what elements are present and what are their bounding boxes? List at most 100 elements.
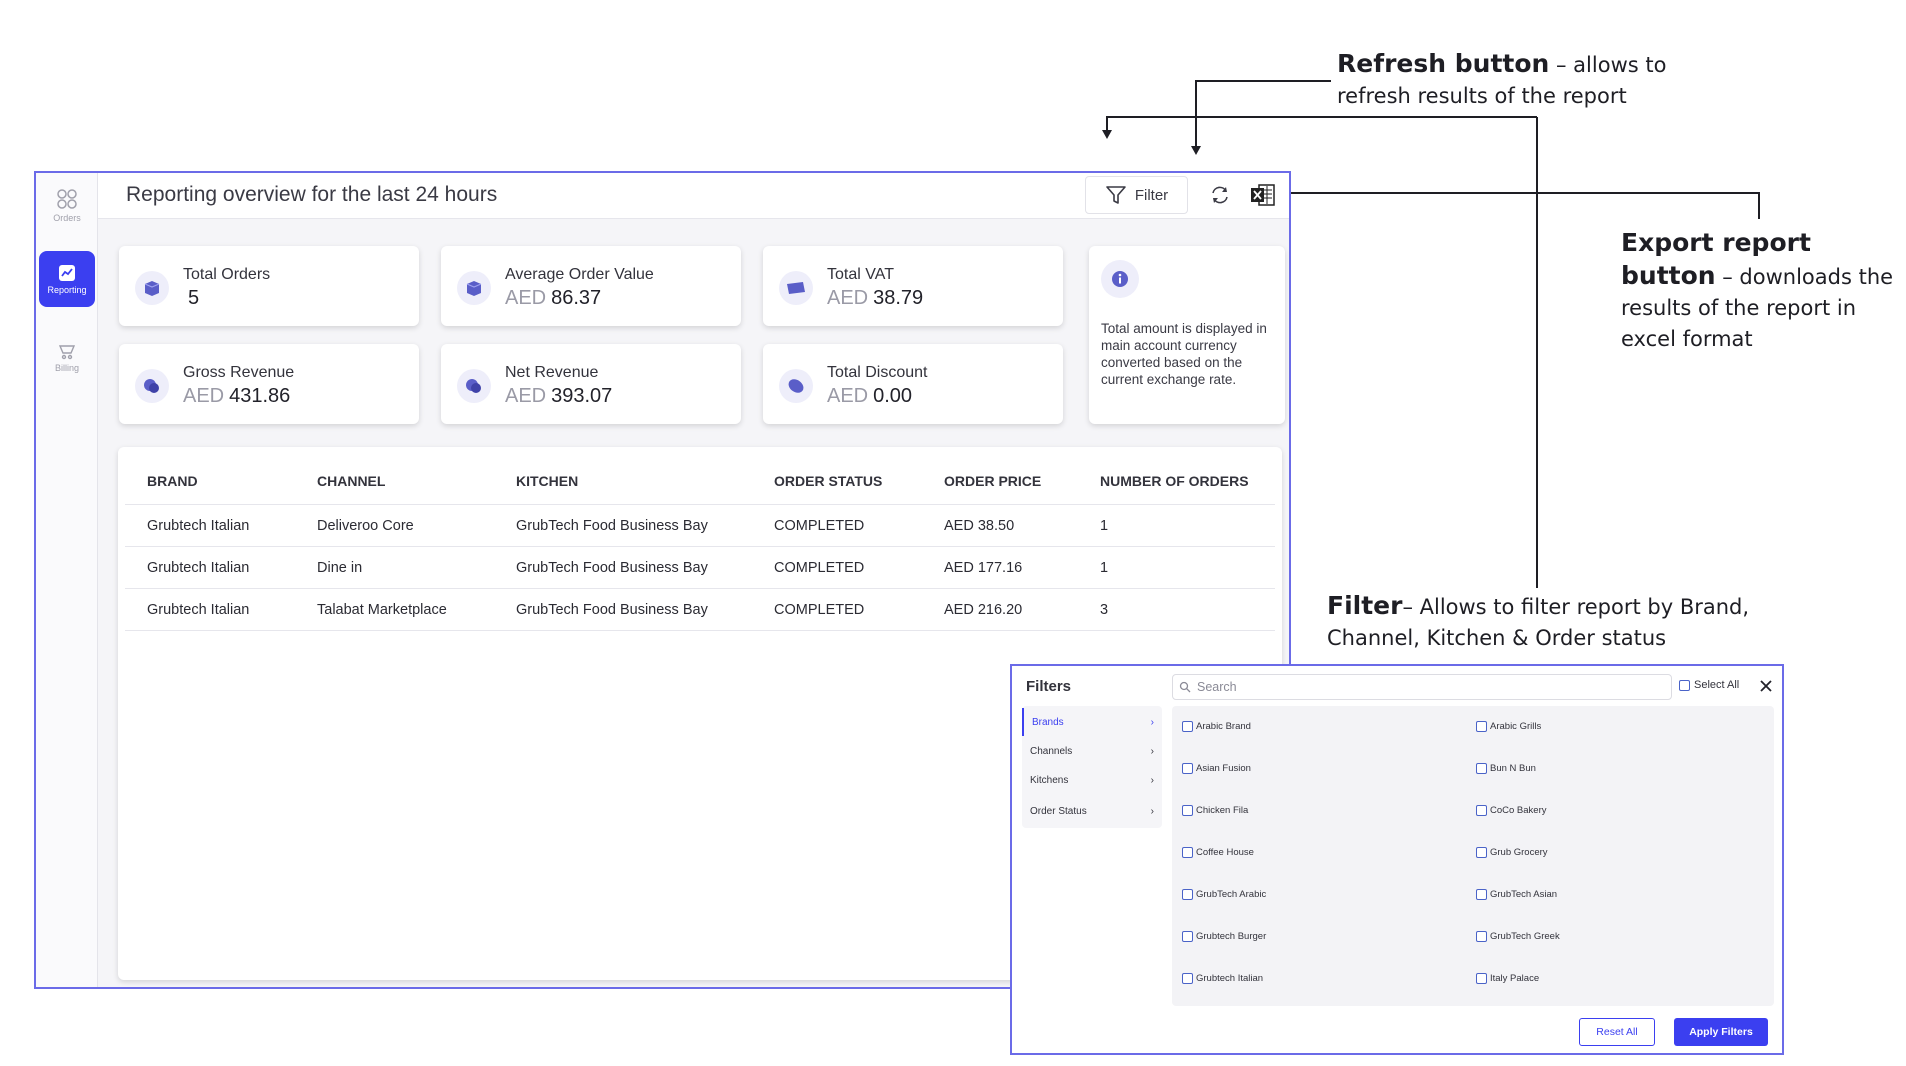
checkbox[interactable] xyxy=(1182,973,1193,984)
filter-option[interactable]: Grub Grocery xyxy=(1476,847,1548,858)
filter-option[interactable]: GrubTech Arabic xyxy=(1182,889,1266,900)
kpi-value: AED 86.37 xyxy=(505,287,602,309)
info-icon xyxy=(1101,260,1139,298)
category-brands[interactable]: Brands › xyxy=(1022,708,1162,736)
filter-option[interactable]: Grubtech Italian xyxy=(1182,973,1263,984)
filter-button[interactable]: Filter xyxy=(1085,176,1188,214)
currency-info-text: Total amount is displayed in main accoun… xyxy=(1101,321,1267,387)
rail-reporting[interactable]: Reporting xyxy=(39,251,95,307)
kpi-card: Total Discount AED 0.00 xyxy=(763,344,1063,424)
checkbox[interactable] xyxy=(1182,931,1193,942)
rail-billing-label: Billing xyxy=(54,362,79,373)
page-title: Reporting overview for the last 24 hours xyxy=(126,183,498,206)
column-header[interactable]: ORDER STATUS xyxy=(774,457,882,505)
kpi-value: AED 393.07 xyxy=(505,385,613,407)
column-header[interactable]: BRAND xyxy=(147,457,198,505)
table-row[interactable]: Grubtech Italian Dine in GrubTech Food B… xyxy=(125,547,1275,589)
column-header[interactable]: CHANNEL xyxy=(317,457,385,505)
rail-billing[interactable]: Billing xyxy=(39,329,95,385)
checkbox[interactable] xyxy=(1182,847,1193,858)
table-cell: COMPLETED xyxy=(774,602,865,618)
refresh-icon xyxy=(1212,186,1228,204)
table-cell: 1 xyxy=(1100,518,1109,534)
table-header-row: BRAND CHANNEL KITCHEN ORDER STATUS ORDER… xyxy=(125,457,1275,505)
reset-all-button[interactable]: Reset All xyxy=(1579,1018,1655,1046)
filter-option[interactable]: Arabic Brand xyxy=(1182,721,1251,732)
refresh-button[interactable] xyxy=(1205,180,1235,210)
export-button[interactable] xyxy=(1248,181,1278,209)
kpi-card: Average Order Value AED 86.37 xyxy=(441,246,741,326)
table-cell: Deliveroo Core xyxy=(317,518,414,534)
search-placeholder: Search xyxy=(1197,680,1237,694)
checkbox[interactable] xyxy=(1182,889,1193,900)
table-row[interactable]: Grubtech Italian Deliveroo Core GrubTech… xyxy=(125,505,1275,547)
filters-title: Filters xyxy=(1026,678,1072,695)
table-cell: AED 38.50 xyxy=(944,518,1015,534)
checkbox[interactable] xyxy=(1476,847,1487,858)
checkbox[interactable] xyxy=(1182,721,1193,732)
checkbox[interactable] xyxy=(1679,679,1690,691)
checkbox[interactable] xyxy=(1476,763,1487,774)
filter-option[interactable]: Italy Palace xyxy=(1476,973,1539,984)
rail-orders[interactable]: Orders xyxy=(39,177,95,233)
table-cell: GrubTech Food Business Bay xyxy=(516,602,708,618)
column-header[interactable]: ORDER PRICE xyxy=(944,457,1041,505)
column-header[interactable]: KITCHEN xyxy=(516,457,578,505)
funnel-icon xyxy=(1106,186,1126,204)
chevron-right-icon: › xyxy=(1150,745,1154,757)
checkbox[interactable] xyxy=(1476,721,1487,732)
filter-annotation: Filter– Allows to filter report by Brand… xyxy=(1327,590,1749,654)
filter-option[interactable]: GrubTech Asian xyxy=(1476,889,1557,900)
column-header[interactable]: NUMBER OF ORDERS xyxy=(1100,457,1249,505)
filter-option[interactable]: CoCo Bakery xyxy=(1476,805,1547,816)
export-annotation-title-2: button xyxy=(1621,261,1716,290)
filter-categories: Brands › Channels › Kitchens › Order Status… xyxy=(1022,706,1162,828)
select-all-checkbox[interactable]: Select All xyxy=(1679,679,1739,691)
table-cell: GrubTech Food Business Bay xyxy=(516,518,708,534)
checkbox[interactable] xyxy=(1476,973,1487,984)
filter-option[interactable]: Asian Fusion xyxy=(1182,763,1251,774)
export-annotation: Export report button – downloads the res… xyxy=(1621,227,1893,355)
table-cell: Grubtech Italian xyxy=(147,560,250,576)
category-order-status[interactable]: Order Status › xyxy=(1022,797,1162,825)
kpi-card: Net Revenue AED 393.07 xyxy=(441,344,741,424)
side-rail: Orders Reporting Billing xyxy=(36,173,98,987)
kpi-card: Total VAT AED 38.79 xyxy=(763,246,1063,326)
export-annotation-desc-3: excel format xyxy=(1621,327,1753,351)
category-channels[interactable]: Channels › xyxy=(1022,737,1162,765)
stage: Refresh button – allows to refresh resul… xyxy=(0,0,1906,1066)
table-body: BRAND CHANNEL KITCHEN ORDER STATUS ORDER… xyxy=(125,457,1275,631)
box-icon xyxy=(457,271,491,305)
filter-option[interactable]: Coffee House xyxy=(1182,847,1254,858)
chevron-right-icon: › xyxy=(1150,716,1154,728)
refresh-annotation-title: Refresh button xyxy=(1337,49,1550,78)
excel-icon xyxy=(1251,184,1275,206)
chevron-right-icon: › xyxy=(1150,805,1154,817)
filter-search-input[interactable]: Search xyxy=(1172,674,1672,700)
table-cell: COMPLETED xyxy=(774,518,865,534)
checkbox[interactable] xyxy=(1182,805,1193,816)
kpi-label: Total Orders xyxy=(183,266,271,283)
table-cell: GrubTech Food Business Bay xyxy=(516,560,708,576)
checkbox[interactable] xyxy=(1182,763,1193,774)
close-icon xyxy=(1760,680,1772,692)
close-button[interactable] xyxy=(1756,676,1776,696)
checkbox[interactable] xyxy=(1476,931,1487,942)
category-kitchens[interactable]: Kitchens › xyxy=(1022,766,1162,794)
currency-info-card: Total amount is displayed in main accoun… xyxy=(1089,246,1285,424)
apply-filters-button[interactable]: Apply Filters xyxy=(1674,1018,1768,1046)
rail-orders-label: Orders xyxy=(53,212,81,223)
table-row[interactable]: Grubtech Italian Talabat Marketplace Gru… xyxy=(125,589,1275,631)
filter-annotation-desc: – Allows to filter report by Brand, xyxy=(1402,595,1750,619)
filter-option[interactable]: Arabic Grills xyxy=(1476,721,1541,732)
kpi-label: Total VAT xyxy=(827,266,894,283)
filter-option[interactable]: GrubTech Greek xyxy=(1476,931,1560,942)
kpi-label: Average Order Value xyxy=(505,266,654,283)
checkbox[interactable] xyxy=(1476,889,1487,900)
filter-option[interactable]: Grubtech Burger xyxy=(1182,931,1266,942)
table-cell: AED 216.20 xyxy=(944,602,1023,618)
checkbox[interactable] xyxy=(1476,805,1487,816)
filter-option[interactable]: Chicken Fila xyxy=(1182,805,1248,816)
filter-option[interactable]: Bun N Bun xyxy=(1476,763,1536,774)
coins-icon xyxy=(135,369,169,403)
